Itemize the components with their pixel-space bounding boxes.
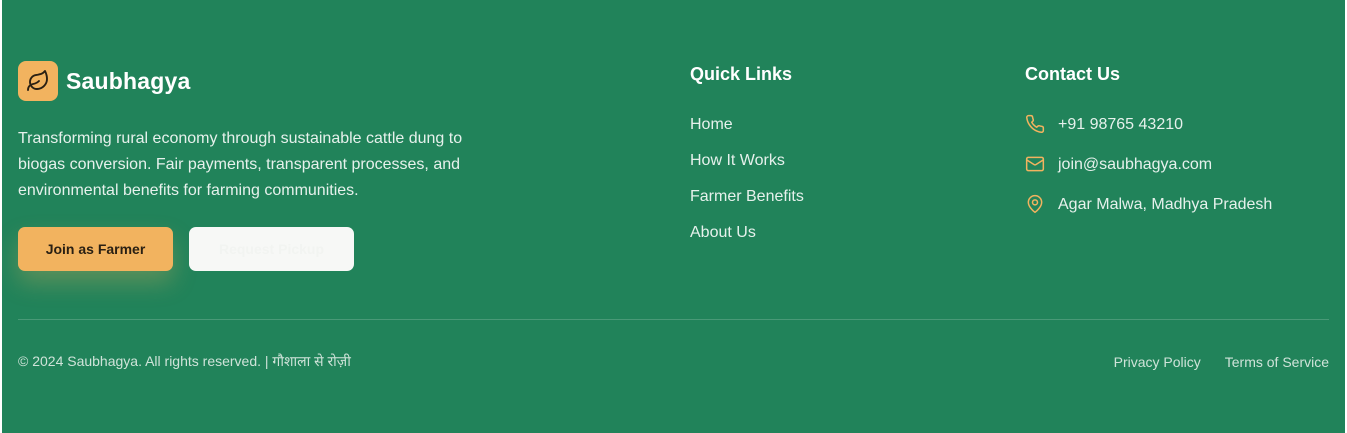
contact-phone[interactable]: +91 98765 43210 bbox=[1025, 114, 1272, 154]
contact-email-text: join@saubhagya.com bbox=[1058, 156, 1213, 173]
quick-link-how-it-works[interactable]: How It Works bbox=[690, 151, 804, 187]
copyright-text: © 2024 Saubhagya. All rights reserved. |… bbox=[18, 353, 351, 369]
contact-address-text: Agar Malwa, Madhya Pradesh bbox=[1058, 196, 1273, 213]
terms-of-service-link[interactable]: Terms of Service bbox=[1225, 354, 1329, 370]
privacy-policy-link[interactable]: Privacy Policy bbox=[1114, 354, 1201, 370]
quick-links-list: Home How It Works Farmer Benefits About … bbox=[690, 115, 804, 259]
logo-badge bbox=[18, 61, 58, 101]
brand-tagline: Transforming rural economy through susta… bbox=[18, 130, 463, 199]
mail-icon bbox=[1025, 156, 1045, 172]
footer-divider bbox=[18, 319, 1329, 320]
contact-email[interactable]: join@saubhagya.com bbox=[1025, 154, 1272, 194]
contact-address: Agar Malwa, Madhya Pradesh bbox=[1025, 194, 1272, 234]
legal-links: Privacy Policy Terms of Service bbox=[1090, 354, 1329, 370]
request-pickup-button[interactable]: Request Pickup bbox=[189, 227, 354, 271]
brand-name: Saubhagya bbox=[66, 67, 191, 94]
join-as-farmer-button[interactable]: Join as Farmer bbox=[18, 227, 173, 271]
phone-icon bbox=[1026, 114, 1045, 134]
contact-phone-text: +91 98765 43210 bbox=[1058, 116, 1184, 133]
quick-link-home[interactable]: Home bbox=[690, 115, 804, 151]
contact-list: +91 98765 43210 join@saubhagya.com Agar … bbox=[1025, 114, 1272, 234]
quick-link-about-us[interactable]: About Us bbox=[690, 223, 804, 259]
leaf-icon bbox=[27, 70, 48, 91]
brand[interactable]: Saubhagya bbox=[18, 61, 191, 101]
contact-title: Contact Us bbox=[1025, 64, 1121, 84]
site-footer: Saubhagya Transforming rural economy thr… bbox=[2, 0, 1345, 433]
quick-links-title: Quick Links bbox=[690, 64, 793, 84]
quick-link-farmer-benefits[interactable]: Farmer Benefits bbox=[690, 187, 804, 223]
map-pin-icon bbox=[1027, 194, 1043, 214]
